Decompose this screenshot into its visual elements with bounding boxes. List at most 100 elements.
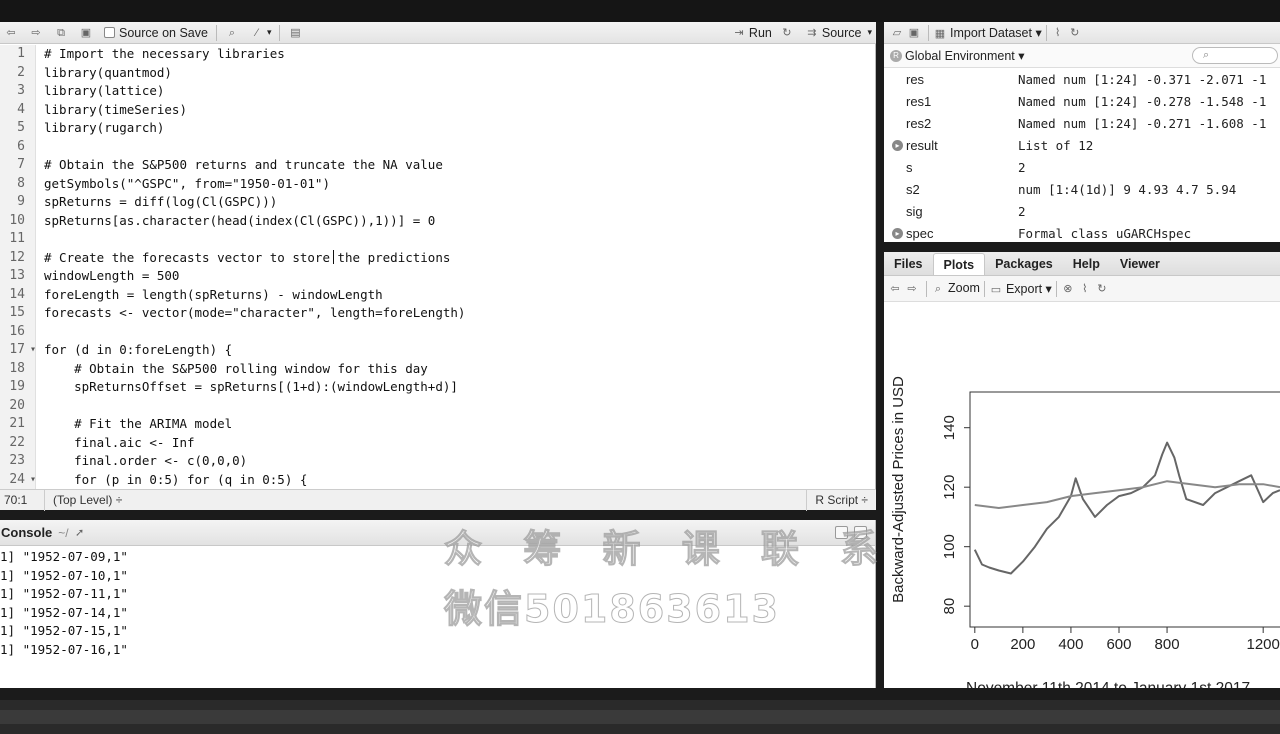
environment-row[interactable]: res Named num [1:24] -0.371 -2.071 -1 (884, 68, 1280, 90)
console-title: Console (1, 525, 53, 540)
tab-files[interactable]: Files (884, 253, 933, 275)
scope-selector[interactable]: (Top Level) ÷ (44, 489, 122, 511)
plot-frame (969, 391, 1280, 628)
code-line[interactable] (44, 230, 870, 249)
export-button[interactable]: ▭ Export ▾ (989, 281, 1052, 297)
line-number: 10 (9, 212, 25, 228)
variable-value: num [1:4(1d)] 9 4.93 4.7 5.94 (1018, 181, 1237, 197)
save-button[interactable]: ▣ (75, 23, 100, 43)
code-line[interactable]: spReturns = diff(log(Cl(GSPC))) (44, 193, 870, 212)
save-workspace-button[interactable]: ▣ (907, 25, 924, 40)
line-number: 4 (17, 101, 25, 117)
remove-plot-button[interactable]: ⊗ (1061, 281, 1078, 296)
environment-search-input[interactable]: ⌕ (1192, 47, 1278, 64)
search-icon: ⌕ (1203, 49, 1210, 61)
code-line[interactable]: for (d in 0:foreLength) { (44, 341, 870, 360)
price-line-chart: 80 100 120 140 0 200 400 600 800 1200 Backward-Adj… (890, 376, 1280, 688)
code-line[interactable]: windowLength = 500 (44, 267, 870, 286)
code-line[interactable]: spReturns[as.character(head(index(Cl(GSP… (44, 212, 870, 231)
environment-row[interactable]: res2 Named num [1:24] -0.271 -1.608 -1 (884, 112, 1280, 134)
source-button[interactable]: ⇉ Source ▾ (801, 23, 876, 43)
line-number: 11 (9, 231, 25, 246)
variable-name: res1 (906, 93, 932, 109)
code-line[interactable]: forecasts <- vector(mode="character", le… (44, 304, 870, 323)
tab-viewer[interactable]: Viewer (1110, 253, 1170, 275)
code-line[interactable] (44, 323, 870, 342)
table-icon: ▦ (934, 27, 946, 40)
broom-icon: ⌇ (1082, 283, 1088, 295)
code-line[interactable] (44, 397, 870, 416)
run-button[interactable]: ⇥ Run (728, 23, 776, 43)
code-line[interactable]: getSymbols("^GSPC", from="1950-01-01") (44, 175, 870, 194)
variable-value: 2 (1018, 159, 1026, 175)
code-line[interactable]: spReturnsOffset = spReturns[(1+d):(windo… (44, 378, 870, 397)
forward-button[interactable]: ⇨ (25, 23, 50, 43)
code-line[interactable]: # Fit the ARIMA model (44, 415, 870, 434)
series-line (973, 441, 1280, 575)
code-line[interactable]: final.aic <- Inf (44, 434, 870, 453)
console-output[interactable]: 1] "1952-07-09,1" 1] "1952-07-10,1" 1] "19… (0, 546, 875, 659)
report-icon: ▤ (290, 26, 301, 39)
code-line[interactable]: final.order <- c(0,0,0) (44, 452, 870, 471)
next-plot-button[interactable]: ⇨ (905, 281, 922, 296)
compile-report-button[interactable]: ▤ (284, 23, 309, 43)
environment-selector[interactable]: Global Environment ▾ (905, 48, 1025, 63)
environment-row[interactable]: s2 (884, 156, 1280, 178)
code-line[interactable] (44, 138, 870, 157)
refresh-plot-button[interactable]: ↻ (1095, 281, 1112, 296)
variable-name: res (906, 71, 925, 87)
code-area[interactable]: # Import the necessary libraries library(… (44, 45, 870, 489)
environment-row[interactable]: s2 num [1:4(1d)] 9 4.93 4.7 5.94 (884, 178, 1280, 200)
export-icon: ▭ (990, 283, 1002, 296)
expand-icon[interactable]: ▸ (892, 227, 903, 239)
environment-row[interactable]: res1 Named num [1:24] -0.278 -1.548 -1 (884, 90, 1280, 112)
previous-plot-button[interactable]: ⇦ (888, 281, 905, 296)
find-button[interactable]: ⌕ (221, 23, 246, 43)
rerun-button[interactable]: ↻ (776, 23, 801, 43)
maximize-pane-button[interactable] (854, 526, 867, 539)
code-line[interactable]: # Create the forecasts vector to store t… (44, 249, 870, 268)
zoom-button[interactable]: ⌕ Zoom (931, 281, 980, 296)
source-on-save-toggle[interactable]: Source on Save (100, 23, 212, 43)
clear-workspace-button[interactable]: ⌇ (1051, 25, 1068, 40)
environment-row[interactable]: sig 2 (884, 200, 1280, 222)
toolbar-divider (1045, 24, 1047, 41)
import-dataset-button[interactable]: ▦ Import Dataset ▾ (933, 25, 1042, 41)
run-label: Run (748, 25, 772, 40)
editor-toolbar: ⇦ ⇨ ⧉ ▣ Source on Save ⌕ ⁄ ▾ ▤ ⇥ Run ↻ ⇉ So… (0, 22, 876, 44)
code-line[interactable]: library(lattice) (44, 82, 870, 101)
line-number: 23 (9, 453, 25, 468)
line-number-gutter: 123456789101112131415161718192021222324 (0, 45, 36, 489)
search-icon: ⌕ (228, 26, 236, 39)
code-tools-button[interactable]: ⁄ ▾ (246, 23, 276, 43)
line-number: 22 (9, 434, 25, 450)
variable-name: result (906, 137, 938, 153)
code-line[interactable]: # Import the necessary libraries (44, 45, 870, 64)
code-line[interactable]: # Obtain the S&P500 rolling window for t… (44, 360, 870, 379)
tab-help[interactable]: Help (1063, 253, 1110, 275)
code-line[interactable]: # Obtain the S&P500 returns and truncate… (44, 156, 870, 175)
code-line[interactable]: foreLength = length(spReturns) - windowL… (44, 286, 870, 305)
source-on-save-checkbox[interactable] (104, 27, 115, 38)
arrow-left-icon: ⇦ (6, 26, 16, 39)
expand-icon[interactable]: ▸ (892, 139, 903, 151)
back-button[interactable]: ⇦ (0, 23, 25, 43)
clear-plots-button[interactable]: ⌇ (1078, 281, 1095, 296)
code-line[interactable]: library(rugarch) (44, 119, 870, 138)
file-type-selector[interactable]: R Script ÷ (806, 489, 876, 511)
environment-row[interactable]: ▸ result List of 12 (884, 134, 1280, 156)
console-line: 1] "1952-07-11,1" (0, 586, 128, 601)
code-line[interactable]: for (p in 0:5) for (q in 0:5) { (44, 471, 870, 490)
code-line[interactable]: library(timeSeries) (44, 101, 870, 120)
environment-row[interactable]: ▸ spec Formal class uGARCHspec (884, 222, 1280, 244)
open-in-new-window-button[interactable]: ⧉ (50, 23, 75, 43)
go-to-directory-icon[interactable]: ➚ (73, 526, 87, 540)
load-workspace-button[interactable]: ▱ (890, 25, 907, 40)
minimize-pane-button[interactable] (835, 526, 848, 539)
tab-packages[interactable]: Packages (985, 253, 1063, 275)
code-line[interactable]: library(quantmod) (44, 64, 870, 83)
tab-plots[interactable]: Plots (932, 253, 986, 275)
plots-pane: Files Plots Packages Help Viewer ⇦ ⇨ ⌕ Zoom ▭… (884, 252, 1280, 688)
refresh-environment-button[interactable]: ↻ (1068, 25, 1085, 40)
toolbar-divider (983, 280, 985, 297)
